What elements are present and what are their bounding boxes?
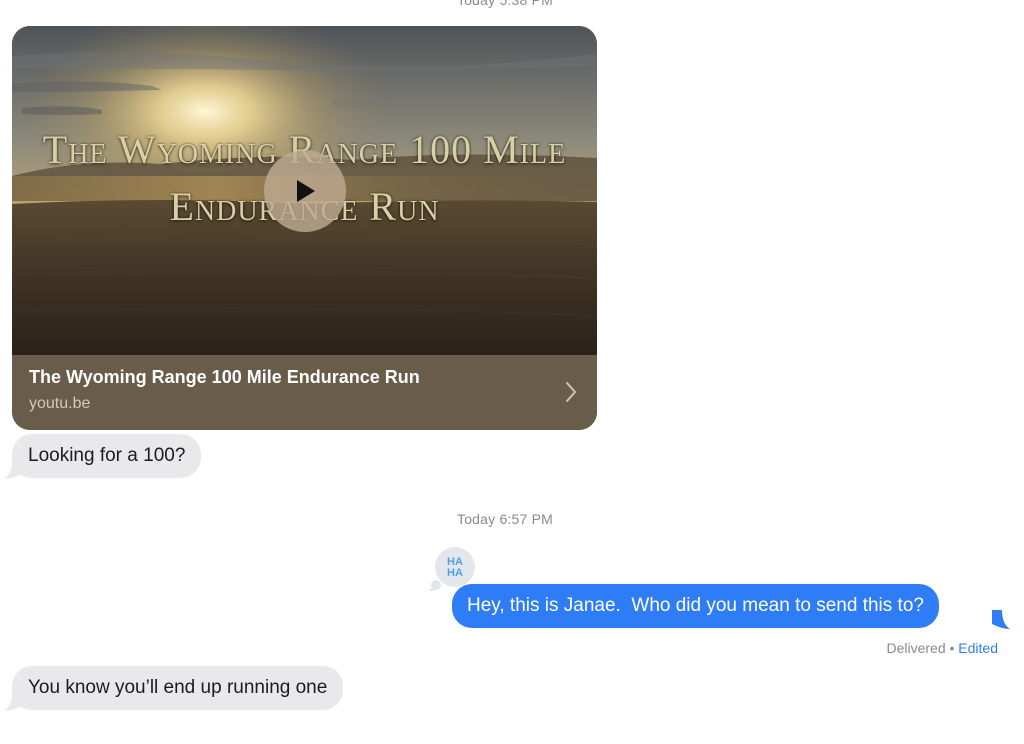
incoming-message[interactable]: You know you’ll end up running one — [12, 666, 344, 710]
svg-text:HA: HA — [447, 567, 463, 579]
timestamp-first: Today 5:38 PM — [457, 0, 553, 8]
timestamp-second: Today 6:57 PM — [457, 511, 553, 527]
edited-link[interactable]: Edited — [958, 640, 998, 656]
outgoing-message[interactable]: Hey, this is Janae. Who did you mean to … — [452, 584, 939, 628]
video-thumbnail[interactable]: The Wyoming Range 100 Mile Endurance Run — [12, 26, 597, 355]
incoming-message[interactable]: Looking for a 100? — [12, 434, 202, 478]
status-delivered: Delivered — [886, 640, 946, 656]
link-preview-title: The Wyoming Range 100 Mile Endurance Run — [29, 367, 420, 387]
link-preview-domain: youtu.be — [29, 395, 91, 412]
link-preview-card[interactable]: The Wyoming Range 100 Mile Endurance Run… — [12, 26, 597, 430]
chevron-right-icon — [566, 382, 576, 402]
bubble-tail-right — [992, 610, 1010, 629]
status-separator: • — [949, 640, 955, 656]
delivery-status: Delivered • Edited — [886, 640, 998, 656]
link-preview-footer[interactable]: The Wyoming Range 100 Mile Endurance Run… — [12, 355, 597, 430]
play-icon — [297, 180, 315, 202]
play-button[interactable] — [264, 150, 346, 232]
